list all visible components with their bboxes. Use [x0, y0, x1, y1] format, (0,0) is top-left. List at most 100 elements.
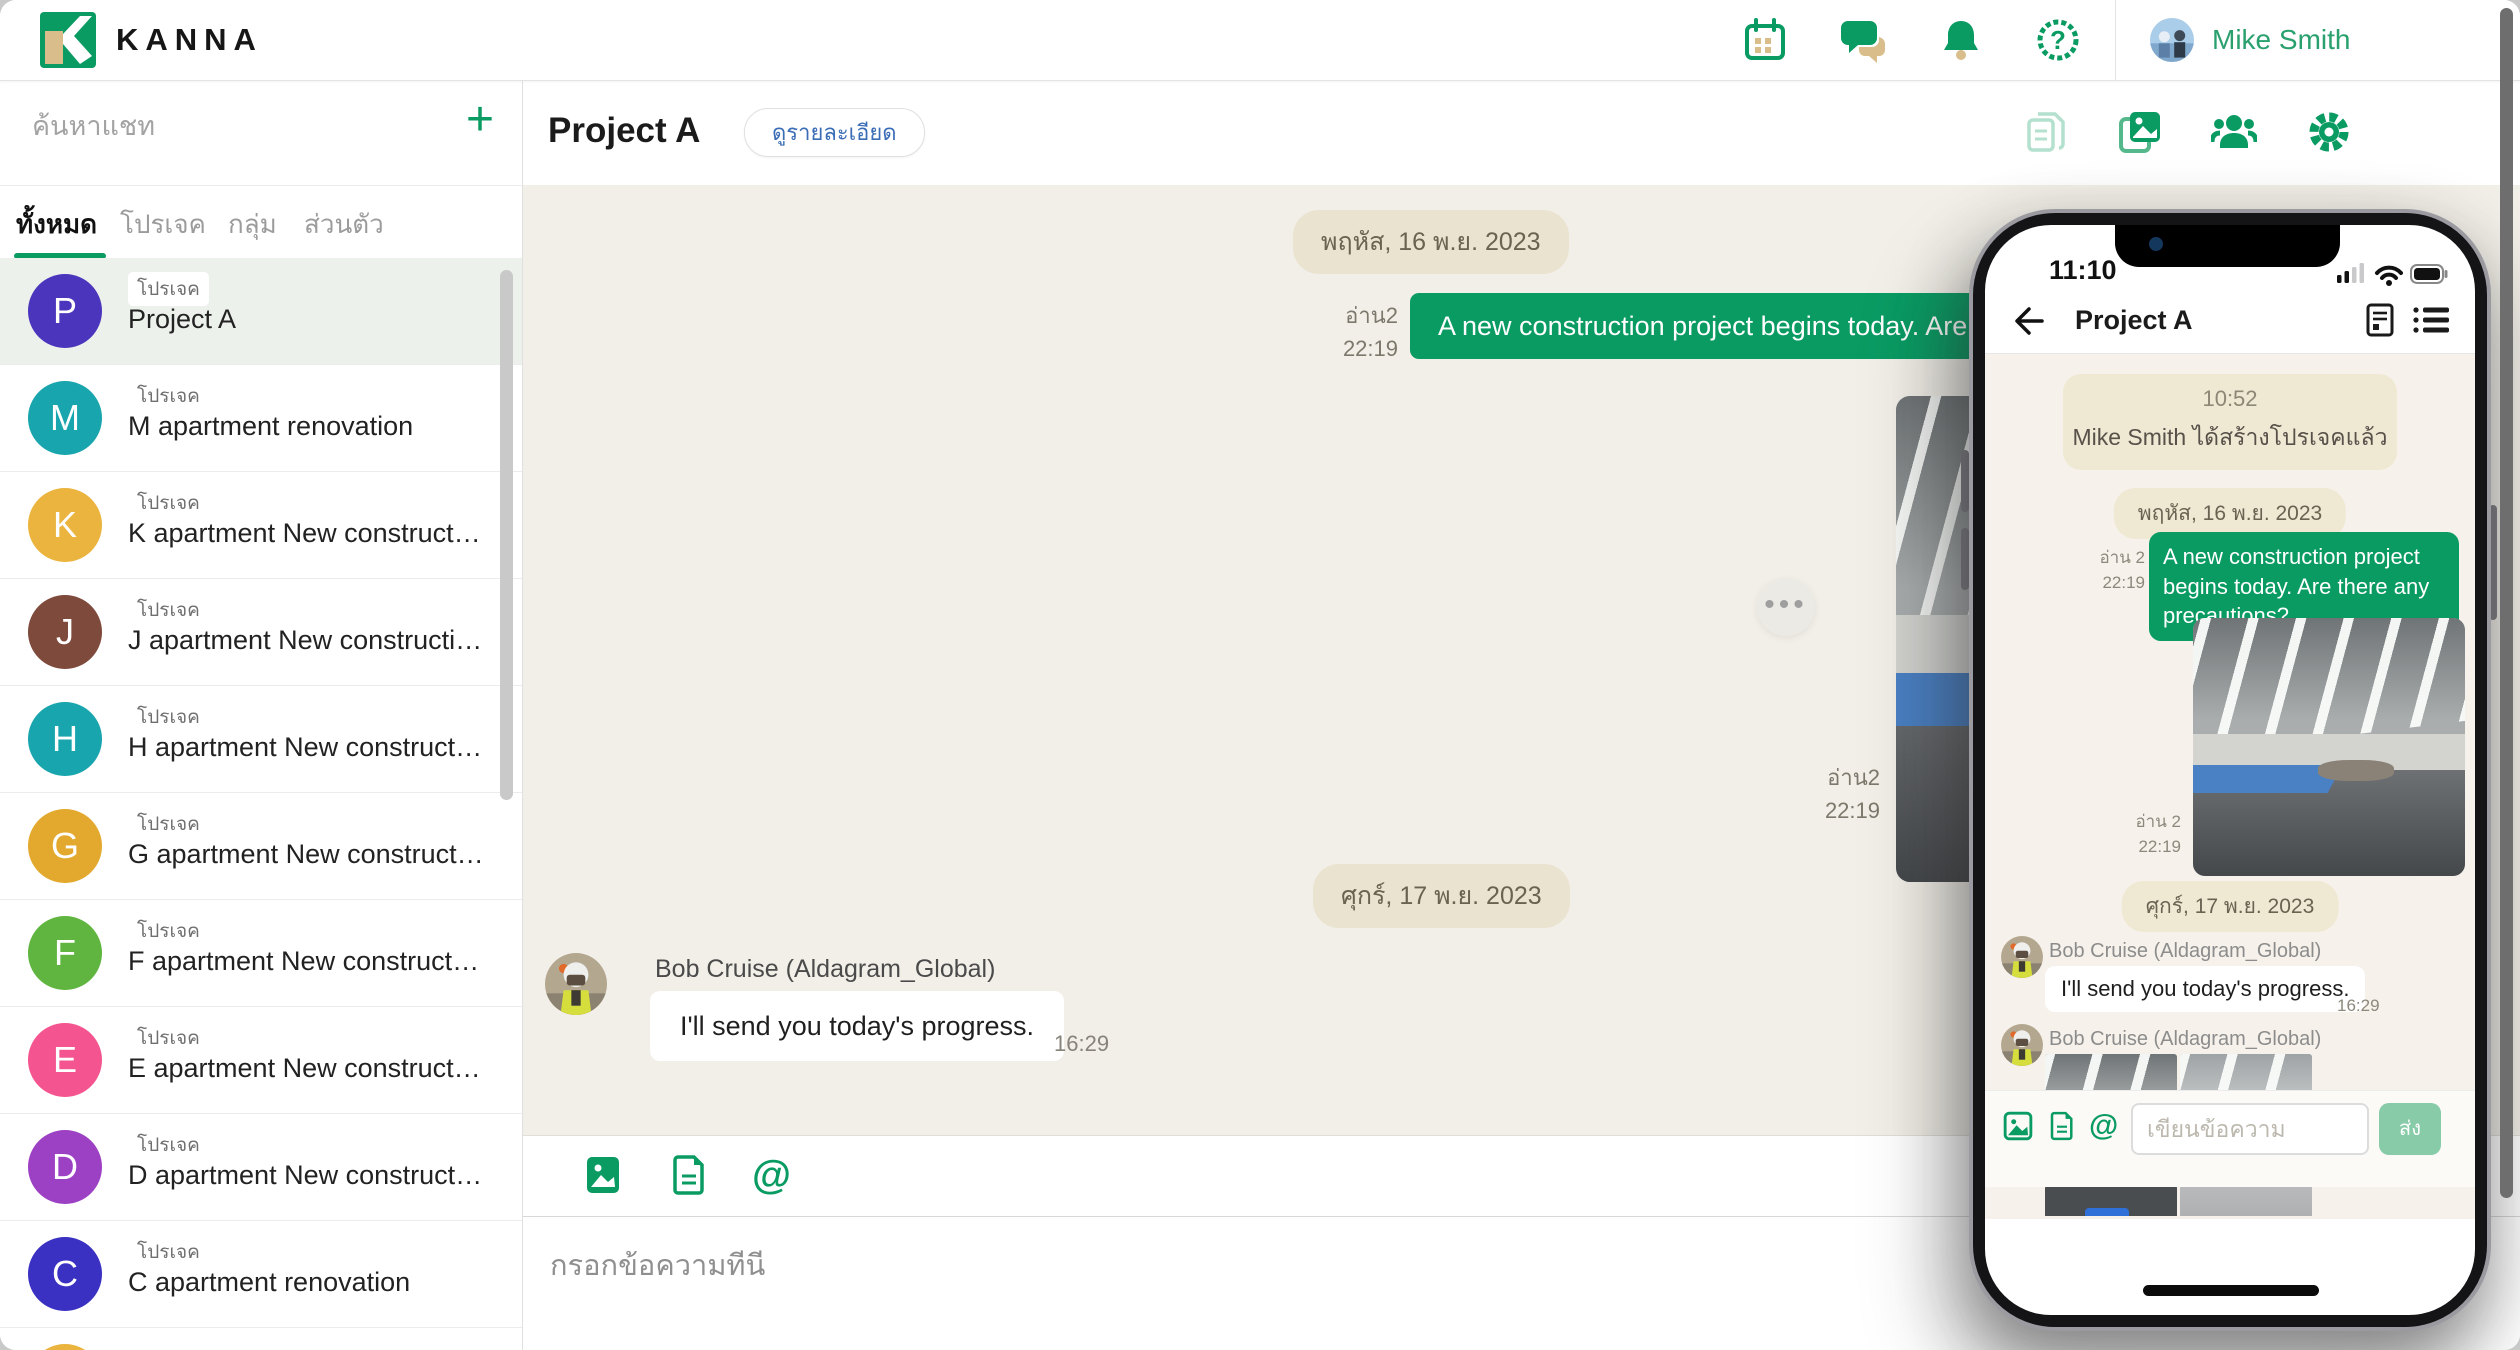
- item-tag: โปรเจค: [128, 1235, 209, 1269]
- list-item[interactable]: C โปรเจค C apartment renovation: [0, 1221, 522, 1328]
- message-time: 22:19: [1825, 798, 1880, 823]
- kanna-logo-icon[interactable]: [40, 12, 96, 68]
- sender-avatar[interactable]: [2001, 936, 2043, 978]
- avatar-initial: G: [51, 825, 79, 867]
- chat-header: Project A ดูรายละเอียด: [522, 80, 2520, 186]
- system-message-text: Mike Smith ได้สร้างโปรเจคแล้ว: [2063, 420, 2397, 456]
- sender-name: Bob Cruise (Aldagram_Global): [655, 955, 995, 984]
- tab-all[interactable]: ทั้งหมด: [16, 204, 97, 245]
- add-chat-button[interactable]: +: [466, 96, 494, 144]
- list-item[interactable]: M โปรเจค M apartment renovation: [0, 365, 522, 472]
- user-avatar[interactable]: [2150, 18, 2194, 62]
- item-name: E apartment New construct…: [128, 1053, 481, 1084]
- phone-screen: 11:10: [1985, 225, 2475, 1315]
- chat-icon[interactable]: [1840, 17, 1886, 63]
- list-item[interactable]: E โปรเจค E apartment New construct…: [0, 1007, 522, 1114]
- tab-project[interactable]: โปรเจค: [120, 204, 206, 245]
- sender-avatar[interactable]: [545, 953, 607, 1015]
- avatar-initial: H: [52, 718, 78, 760]
- document-icon[interactable]: [2047, 1111, 2077, 1141]
- message-time: 22:19: [2138, 837, 2181, 856]
- item-tag: โปรเจค: [128, 700, 209, 734]
- phone-document-icon[interactable]: [2363, 301, 2397, 344]
- incoming-message-bubble: I'll send you today's progress.: [2045, 966, 2365, 1012]
- page-scrollbar[interactable]: [2500, 8, 2513, 1198]
- chat-title: Project A: [548, 111, 700, 151]
- message-time: 16:29: [2337, 996, 2380, 1016]
- list-item[interactable]: K โปรเจค K apartment New construct…: [0, 472, 522, 579]
- avatar: D: [28, 1130, 102, 1204]
- phone-message-input[interactable]: [2131, 1103, 2369, 1155]
- more-button[interactable]: •••: [1757, 578, 1815, 636]
- mention-icon[interactable]: @: [2089, 1111, 2119, 1141]
- avatar: M: [28, 381, 102, 455]
- item-tag: โปรเจค: [128, 914, 209, 948]
- avatar: J: [28, 595, 102, 669]
- help-icon[interactable]: ?: [2035, 17, 2081, 63]
- read-count: อ่าน2: [1827, 765, 1880, 790]
- date-chip: ศุกร์, 17 พ.ย. 2023: [2122, 881, 2339, 932]
- item-name: K apartment New construct…: [128, 518, 481, 549]
- phone-status-icons: [2337, 261, 2449, 292]
- phone-list-icon[interactable]: [2411, 301, 2451, 344]
- send-button[interactable]: ส่ง: [2379, 1103, 2441, 1155]
- item-name: G apartment New construct…: [128, 839, 484, 870]
- image-icon[interactable]: [2003, 1111, 2033, 1141]
- message-meta: อ่าน2 22:19: [1282, 299, 1398, 365]
- phone-notch: [2115, 225, 2340, 267]
- message-time: 22:19: [2102, 573, 2145, 592]
- item-name: F apartment New construct…: [128, 946, 479, 977]
- bell-icon[interactable]: [1938, 17, 1984, 63]
- item-tag: โปรเจค: [128, 807, 209, 841]
- system-message-time: 10:52: [2063, 386, 2397, 412]
- user-name[interactable]: Mike Smith: [2212, 24, 2350, 56]
- list-item[interactable]: D โปรเจค D apartment New construct…: [0, 1114, 522, 1221]
- message-meta: อ่าน 2 22:19: [2115, 810, 2181, 859]
- read-count: อ่าน2: [1345, 303, 1398, 328]
- message-time: 16:29: [1054, 1031, 1109, 1057]
- phone-volume-up-button: [1961, 450, 1969, 512]
- avatar-initial: M: [50, 397, 80, 439]
- chat-tabs: ทั้งหมด โปรเจค กลุ่ม ส่วนตัว: [0, 185, 522, 260]
- avatar-initial: J: [56, 611, 74, 653]
- item-tag: โปรเจค: [128, 593, 209, 627]
- calendar-icon[interactable]: [1742, 17, 1788, 63]
- sender-avatar[interactable]: [2001, 1024, 2043, 1066]
- search-input[interactable]: [30, 110, 424, 143]
- image-icon[interactable]: [582, 1154, 624, 1196]
- list-item[interactable]: [0, 1328, 522, 1350]
- item-name: J apartment New constructi…: [128, 625, 482, 656]
- sidebar-scrollbar[interactable]: [500, 270, 513, 800]
- message-input[interactable]: [548, 1249, 1752, 1284]
- members-icon[interactable]: [2211, 109, 2257, 155]
- view-details-button[interactable]: ดูรายละเอียด: [744, 108, 925, 157]
- header-divider: [2115, 0, 2116, 80]
- tab-group[interactable]: กลุ่ม: [228, 204, 277, 245]
- list-item-project-a[interactable]: P โปรเจค Project A: [0, 258, 522, 365]
- avatar-initial: D: [52, 1146, 78, 1188]
- list-item[interactable]: H โปรเจค H apartment New construct…: [0, 686, 522, 793]
- images-icon[interactable]: [2117, 109, 2163, 155]
- avatar: H: [28, 702, 102, 776]
- avatar: [28, 1344, 102, 1350]
- mention-icon[interactable]: @: [752, 1154, 794, 1196]
- brand-name: KANNA: [116, 22, 263, 58]
- sender-name: Bob Cruise (Aldagram_Global): [2049, 940, 2321, 963]
- phone-volume-down-button: [1961, 528, 1969, 590]
- documents-icon[interactable]: [2023, 109, 2069, 155]
- item-tag: โปรเจค: [128, 379, 209, 413]
- list-item[interactable]: G โปรเจค G apartment New construct…: [0, 793, 522, 900]
- date-chip: ศุกร์, 17 พ.ย. 2023: [1313, 864, 1570, 928]
- list-item[interactable]: J โปรเจค J apartment New constructi…: [0, 579, 522, 686]
- back-icon[interactable]: [2009, 303, 2045, 344]
- item-name: Project A: [128, 304, 236, 335]
- avatar-initial: K: [53, 504, 77, 546]
- settings-icon[interactable]: [2306, 109, 2352, 155]
- phone-home-indicator: [2143, 1285, 2319, 1296]
- photo-message[interactable]: [2193, 618, 2465, 876]
- message-meta: อ่าน 2 22:19: [2085, 546, 2145, 595]
- tab-personal[interactable]: ส่วนตัว: [304, 204, 384, 245]
- document-icon[interactable]: [668, 1154, 710, 1196]
- list-item[interactable]: F โปรเจค F apartment New construct…: [0, 900, 522, 1007]
- item-name: M apartment renovation: [128, 411, 413, 442]
